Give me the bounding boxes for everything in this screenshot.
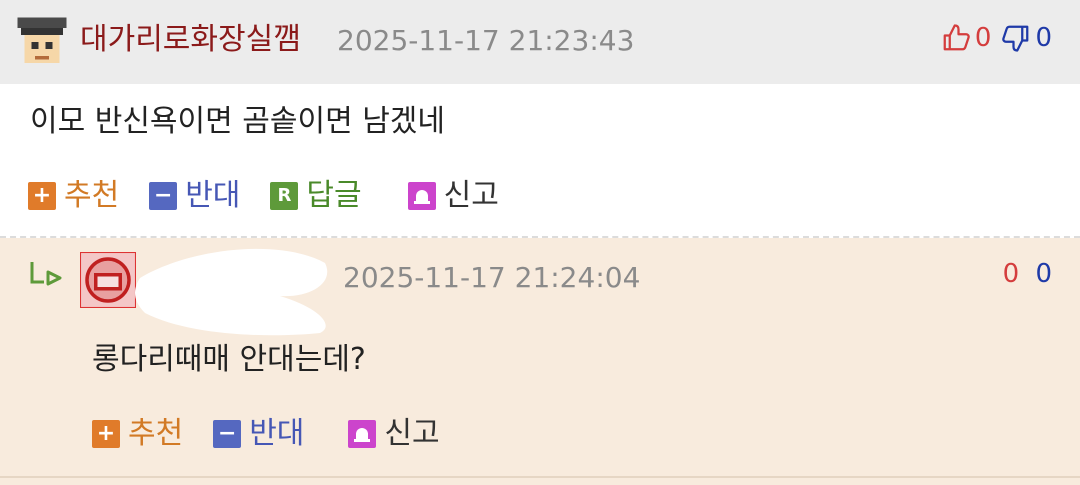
comment-divider [0,476,1080,478]
reply-comment: 2025-11-17 21:24:04 0 0 롱다리때매 안대는데? + 추천… [0,238,1080,485]
redacted-username [135,248,328,336]
downvote-count: 0 [1035,259,1052,289]
comment-header: 대가리로화장실깸 2025-11-17 21:23:43 0 0 [0,0,1080,84]
comment-actions: + 추천 − 반대 R 답글 신고 [28,176,499,216]
recommend-button[interactable]: + 추천 [92,414,183,454]
reply-button[interactable]: R 답글 [270,176,362,216]
upvote-count: 0 [1002,259,1020,289]
siren-icon [348,420,377,448]
oppose-button[interactable]: − 반대 [149,176,240,216]
plus-icon: + [28,182,56,210]
avatar[interactable] [80,252,136,308]
oppose-button[interactable]: − 반대 [213,414,304,454]
reply-icon: R [270,182,299,210]
author-name[interactable]: 대가리로화장실깸 [80,20,301,60]
thumbs-down-icon[interactable] [1001,23,1031,53]
siren-icon [407,182,436,210]
thumbs-up-icon[interactable] [941,23,971,53]
avatar[interactable] [14,14,70,70]
upvote-count: 0 [974,23,992,53]
minus-icon: − [213,420,242,448]
comment-text: 롱다리때매 안대는데? [92,342,366,377]
comment-text: 이모 반신욕이면 곰솥이면 남겠네 [30,104,446,139]
comment-date: 2025-11-17 21:24:04 [343,261,641,294]
plus-icon: + [92,420,120,448]
report-button[interactable]: 신고 [407,176,499,216]
downvote-count: 0 [1035,23,1052,53]
vote-counts: 0 0 [941,18,1052,58]
report-button[interactable]: 신고 [348,414,440,454]
vote-counts: 0 0 [1003,254,1052,294]
minus-icon: − [149,182,178,210]
comment-date: 2025-11-17 21:23:43 [337,24,635,57]
reply-arrow-icon [30,262,62,286]
recommend-button[interactable]: + 추천 [28,176,119,216]
comment-actions: + 추천 − 반대 신고 [92,414,440,454]
